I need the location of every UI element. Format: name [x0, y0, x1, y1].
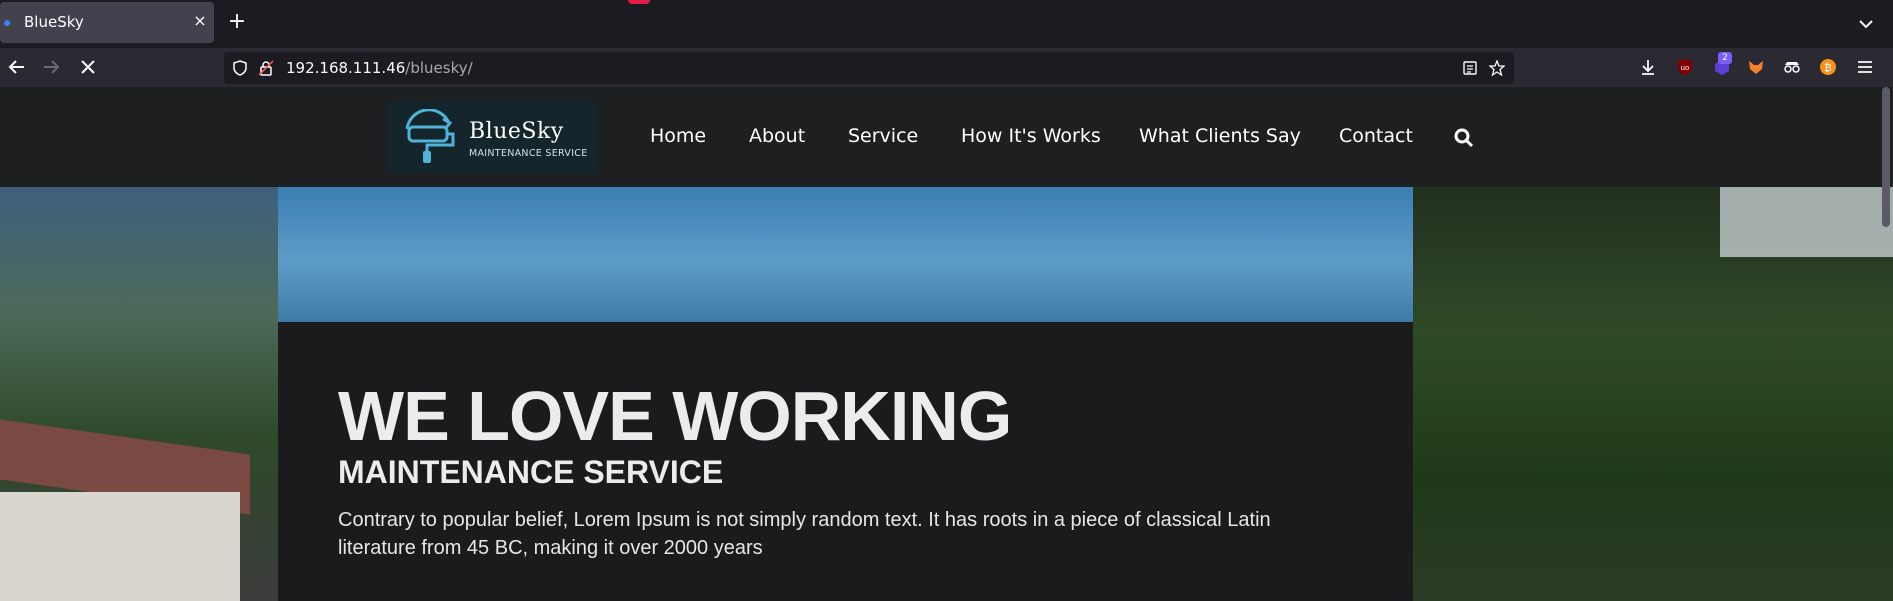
browser-tab-active[interactable]: BlueSky ×: [0, 2, 214, 43]
site-header: BlueSky MAINTENANCE SERVICE Home About S…: [0, 87, 1893, 187]
browser-toolbar: 192.168.111.46/bluesky/ uo 2 ₿: [0, 48, 1893, 87]
bitcoin-icon[interactable]: ₿: [1818, 57, 1838, 77]
url-path: /bluesky/: [405, 59, 473, 77]
hero-description: Contrary to popular belief, Lorem Ipsum …: [338, 509, 1271, 559]
nav-service[interactable]: Service: [848, 125, 918, 149]
hero-text-box: WE LOVE WORKING MAINTENANCE SERVICE Cont…: [278, 322, 1413, 601]
download-icon[interactable]: [1638, 57, 1658, 77]
url-host: 192.168.111.46: [286, 59, 406, 77]
tab-strip-indicator: [628, 0, 650, 4]
spy-glasses-icon[interactable]: [1782, 57, 1802, 77]
ublock-extension-icon[interactable]: uo: [1675, 57, 1695, 77]
tab-loading-icon: [4, 20, 10, 26]
web-page: BlueSky MAINTENANCE SERVICE Home About S…: [0, 87, 1893, 601]
extension-badge: 2: [1718, 52, 1732, 64]
url-text[interactable]: 192.168.111.46/bluesky/: [286, 59, 473, 77]
shield-icon[interactable]: [232, 60, 248, 76]
nav-how-it-works[interactable]: How It's Works: [961, 125, 1101, 149]
hero-subtitle: MAINTENANCE SERVICE: [338, 454, 724, 490]
hero-title: WE LOVE WORKING: [338, 377, 1012, 455]
close-tab-icon[interactable]: ×: [190, 11, 210, 31]
hero-background-sky: [278, 187, 1413, 322]
search-icon[interactable]: [1453, 127, 1475, 149]
forward-arrow-icon[interactable]: [40, 56, 62, 78]
hamburger-menu-icon[interactable]: [1855, 57, 1875, 77]
back-arrow-icon[interactable]: [6, 56, 28, 78]
browser-tab-strip: BlueSky × +: [0, 0, 1893, 48]
new-tab-button[interactable]: +: [226, 11, 248, 34]
svg-text:₿: ₿: [1824, 62, 1831, 74]
lock-insecure-icon[interactable]: [258, 60, 274, 76]
house-wall-image: [0, 492, 240, 601]
bookmark-star-icon[interactable]: [1489, 60, 1505, 76]
url-bar[interactable]: 192.168.111.46/bluesky/: [224, 52, 1514, 84]
svg-text:uo: uo: [1681, 64, 1690, 72]
reader-view-icon[interactable]: [1462, 60, 1478, 76]
fox-extension-icon[interactable]: [1746, 57, 1766, 77]
tab-title: BlueSky: [24, 13, 84, 31]
hero-banner: WE LOVE WORKING MAINTENANCE SERVICE Cont…: [0, 187, 1893, 601]
logo-tagline: MAINTENANCE SERVICE: [469, 148, 588, 159]
site-logo[interactable]: BlueSky MAINTENANCE SERVICE: [387, 101, 597, 173]
nav-contact[interactable]: Contact: [1339, 125, 1413, 149]
nav-what-clients-say[interactable]: What Clients Say: [1139, 125, 1301, 149]
nav-about[interactable]: About: [749, 125, 805, 149]
page-scrollbar[interactable]: [1882, 87, 1890, 227]
nav-home[interactable]: Home: [650, 125, 706, 149]
paint-roller-logo-icon: [405, 109, 455, 163]
hero-background-cloud: [1720, 187, 1893, 257]
stop-loading-icon[interactable]: [77, 56, 99, 78]
logo-name: BlueSky: [469, 119, 564, 144]
chevron-down-icon[interactable]: [1856, 14, 1876, 34]
